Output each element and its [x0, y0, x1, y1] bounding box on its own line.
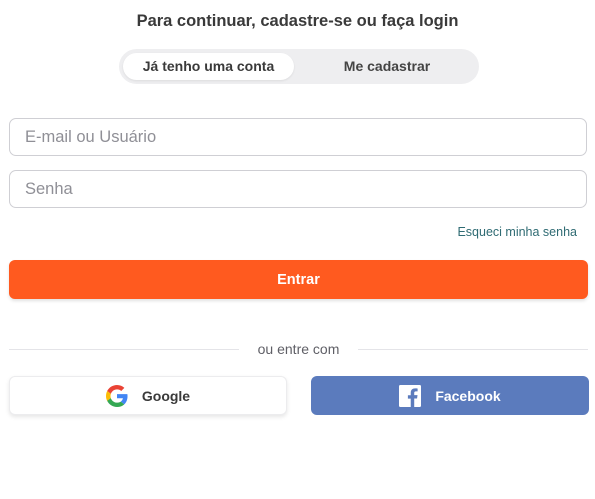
google-login-button[interactable]: Google [9, 376, 287, 415]
forgot-password-link[interactable]: Esqueci minha senha [457, 225, 577, 239]
email-username-input[interactable] [9, 118, 587, 156]
google-label: Google [141, 387, 191, 404]
login-button[interactable]: Entrar [9, 260, 588, 299]
page-title: Para continuar, cadastre-se ou faça logi… [136, 12, 459, 30]
auth-tabs: Já tenho uma conta Me cadastrar [119, 49, 479, 84]
tab-register[interactable]: Me cadastrar [299, 53, 475, 80]
facebook-icon [399, 384, 422, 407]
google-icon [105, 384, 128, 407]
facebook-login-button[interactable]: Facebook [311, 376, 589, 415]
social-divider: ou entre com [9, 340, 588, 358]
password-input[interactable] [9, 170, 587, 208]
divider-line-right [358, 349, 588, 350]
facebook-label: Facebook [435, 387, 501, 404]
tab-login[interactable]: Já tenho uma conta [123, 53, 294, 80]
